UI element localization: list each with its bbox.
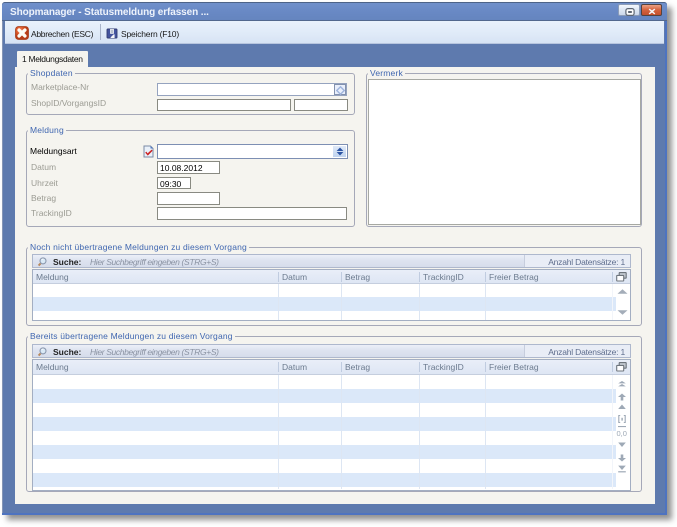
svg-text:0,0: 0,0 [617, 429, 627, 437]
